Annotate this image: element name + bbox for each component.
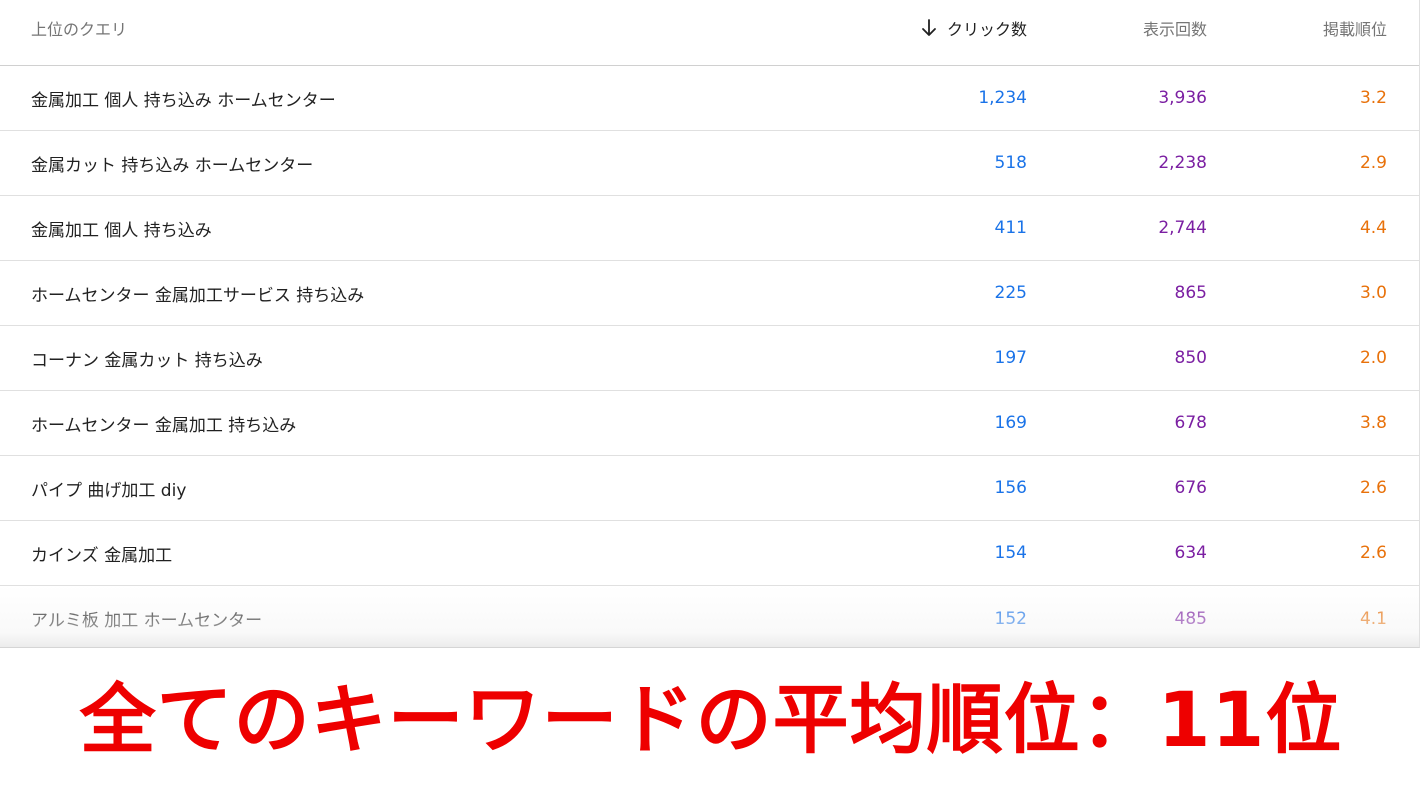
impressions-cell: 2,238 xyxy=(1158,153,1207,173)
clicks-cell: 154 xyxy=(994,543,1027,563)
clicks-cell: 1,234 xyxy=(978,88,1027,108)
table-row[interactable]: 金属加工 個人 持ち込み 411 2,744 4.4 xyxy=(0,196,1419,261)
table-row[interactable]: 金属カット 持ち込み ホームセンター 518 2,238 2.9 xyxy=(0,131,1419,196)
queries-table: 上位のクエリ クリック数 表示回数 掲載順位 金属加工 個人 持ち込み ホームセ… xyxy=(0,0,1420,648)
position-cell: 4.4 xyxy=(1359,218,1387,238)
query-cell: カインズ 金属加工 xyxy=(31,545,173,566)
table-header: 上位のクエリ クリック数 表示回数 掲載順位 xyxy=(0,0,1419,66)
query-cell: ホームセンター 金属加工 持ち込み xyxy=(31,415,297,436)
position-cell: 2.6 xyxy=(1359,543,1387,563)
query-cell: 金属カット 持ち込み ホームセンター xyxy=(31,155,314,176)
query-cell: 金属加工 個人 持ち込み ホームセンター xyxy=(31,90,336,111)
impressions-cell: 2,744 xyxy=(1158,218,1207,238)
query-cell: コーナン 金属カット 持ち込み xyxy=(31,350,263,371)
clicks-cell: 197 xyxy=(994,348,1027,368)
clicks-cell: 152 xyxy=(994,608,1027,629)
clicks-cell: 518 xyxy=(994,153,1027,173)
position-cell: 3.8 xyxy=(1359,413,1387,433)
impressions-cell: 676 xyxy=(1174,478,1207,498)
table-row[interactable]: ホームセンター 金属加工 持ち込み 169 678 3.8 xyxy=(0,391,1419,456)
average-rank-caption: 全てのキーワードの平均順位：11位 xyxy=(79,675,1343,764)
query-cell: 金属加工 個人 持ち込み xyxy=(31,220,212,241)
table-row[interactable]: ホームセンター 金属加工サービス 持ち込み 225 865 3.0 xyxy=(0,261,1419,326)
position-cell: 3.0 xyxy=(1359,283,1387,303)
query-cell: パイプ 曲げ加工 diy xyxy=(31,480,187,501)
clicks-cell: 169 xyxy=(994,413,1027,433)
position-cell: 2.6 xyxy=(1359,478,1387,498)
column-header-impressions[interactable]: 表示回数 xyxy=(1143,0,1207,56)
clicks-cell: 156 xyxy=(994,478,1027,498)
impressions-cell: 3,936 xyxy=(1158,88,1207,108)
column-header-clicks-label: クリック数 xyxy=(946,20,1027,39)
table-row[interactable]: アルミ板 加工 ホームセンター 152 485 4.1 xyxy=(0,586,1419,647)
table-row[interactable]: 金属加工 個人 持ち込み ホームセンター 1,234 3,936 3.2 xyxy=(0,66,1419,131)
table-row[interactable]: パイプ 曲げ加工 diy 156 676 2.6 xyxy=(0,456,1419,521)
column-header-query[interactable]: 上位のクエリ xyxy=(31,0,127,56)
column-header-position[interactable]: 掲載順位 xyxy=(1323,0,1387,56)
clicks-cell: 225 xyxy=(994,283,1027,303)
position-cell: 3.2 xyxy=(1359,88,1387,108)
position-cell: 2.9 xyxy=(1359,153,1387,173)
query-cell: ホームセンター 金属加工サービス 持ち込み xyxy=(31,285,365,306)
column-header-clicks[interactable]: クリック数 xyxy=(921,0,1027,56)
impressions-cell: 678 xyxy=(1174,413,1207,433)
impressions-cell: 865 xyxy=(1174,283,1207,303)
impressions-cell: 850 xyxy=(1174,348,1207,368)
impressions-cell: 634 xyxy=(1174,543,1207,563)
impressions-cell: 485 xyxy=(1174,608,1207,629)
position-cell: 4.1 xyxy=(1359,608,1387,629)
query-cell: アルミ板 加工 ホームセンター xyxy=(31,611,263,631)
position-cell: 2.0 xyxy=(1359,348,1387,368)
clicks-cell: 411 xyxy=(994,218,1027,238)
table-row[interactable]: コーナン 金属カット 持ち込み 197 850 2.0 xyxy=(0,326,1419,391)
arrow-down-icon xyxy=(922,19,936,36)
table-row[interactable]: カインズ 金属加工 154 634 2.6 xyxy=(0,521,1419,586)
